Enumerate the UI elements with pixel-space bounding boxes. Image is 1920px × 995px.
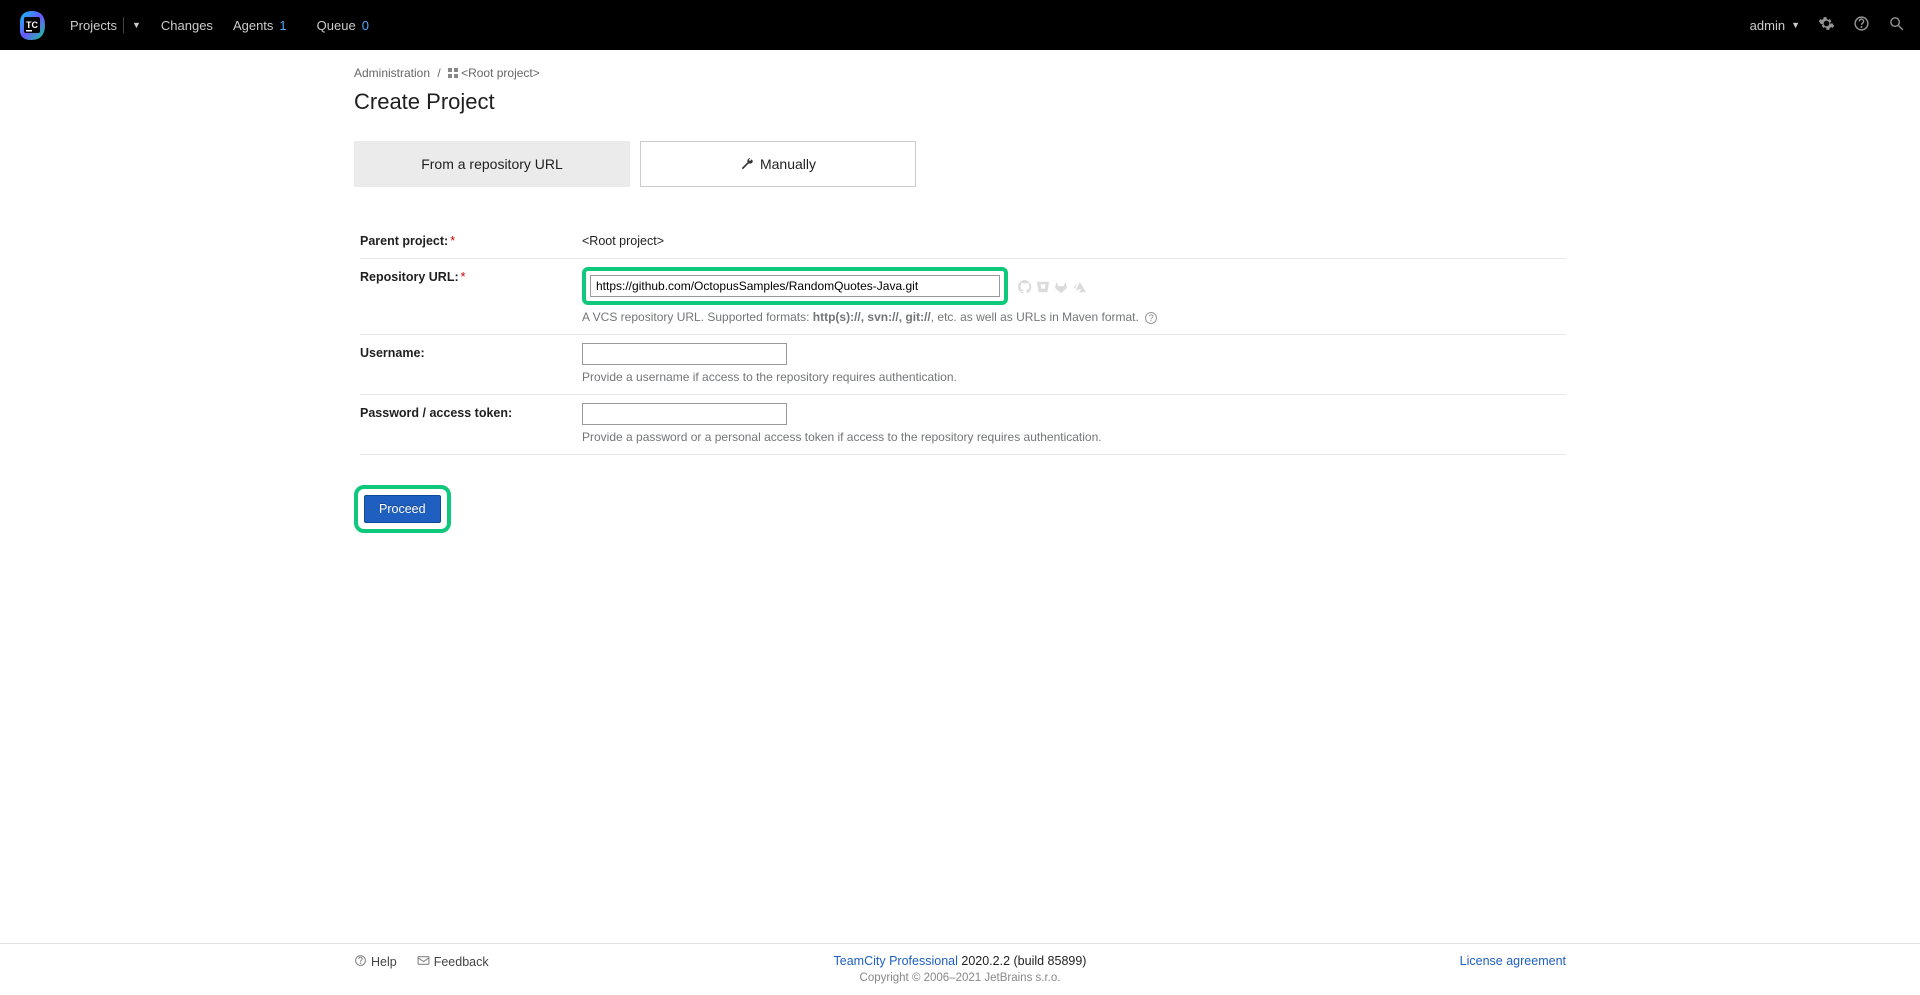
azure-icon bbox=[1072, 280, 1086, 294]
teamcity-logo[interactable]: TC bbox=[15, 8, 50, 43]
top-header: TC Projects ▼ Changes Agents 1 Queue 0 a… bbox=[0, 0, 1920, 50]
footer-feedback-link[interactable]: Feedback bbox=[417, 954, 489, 970]
repository-url-row: Repository URL:* A VCS repository URL. S… bbox=[360, 259, 1566, 335]
product-version: 2020.2.2 (build 85899) bbox=[961, 954, 1086, 968]
license-agreement-link[interactable]: License agreement bbox=[1460, 954, 1566, 968]
footer-feedback-label: Feedback bbox=[434, 955, 489, 969]
breadcrumb: Administration / <Root project> bbox=[354, 66, 1566, 81]
svg-text:TC: TC bbox=[26, 20, 38, 30]
chevron-down-icon: ▼ bbox=[1791, 20, 1800, 30]
vcs-provider-icons bbox=[1018, 280, 1086, 294]
password-row: Password / access token: Provide a passw… bbox=[360, 395, 1566, 455]
page-title: Create Project bbox=[354, 89, 1566, 115]
password-input[interactable] bbox=[582, 403, 787, 425]
footer: Help Feedback TeamCity Professional 2020… bbox=[0, 943, 1920, 995]
search-icon[interactable] bbox=[1888, 15, 1905, 35]
nav-changes[interactable]: Changes bbox=[161, 18, 213, 33]
tab-from-url[interactable]: From a repository URL bbox=[354, 141, 630, 187]
breadcrumb-separator: / bbox=[437, 66, 440, 80]
breadcrumb-root-label: <Root project> bbox=[461, 66, 540, 80]
repository-url-hint: A VCS repository URL. Supported formats:… bbox=[582, 310, 1566, 324]
username-input[interactable] bbox=[582, 343, 787, 365]
repository-url-label: Repository URL:* bbox=[360, 267, 582, 324]
footer-help-link[interactable]: Help bbox=[354, 954, 397, 970]
help-icon[interactable] bbox=[1853, 15, 1870, 35]
main-content: Administration / <Root project> Create P… bbox=[354, 50, 1566, 549]
admin-gear-icon[interactable] bbox=[1818, 15, 1835, 35]
tab-from-url-label: From a repository URL bbox=[421, 156, 563, 172]
nav-divider bbox=[123, 17, 124, 33]
chevron-down-icon: ▼ bbox=[132, 20, 141, 30]
username-label: Username: bbox=[360, 343, 582, 384]
queue-count: 0 bbox=[362, 18, 369, 33]
nav-queue-label: Queue bbox=[317, 18, 356, 33]
copyright: Copyright © 2006–2021 JetBrains s.r.o. bbox=[834, 972, 1087, 984]
username-row: Username: Provide a username if access t… bbox=[360, 335, 1566, 395]
help-tooltip-icon[interactable]: ? bbox=[1145, 312, 1157, 324]
help-circle-icon bbox=[354, 954, 367, 970]
repository-url-input[interactable] bbox=[590, 275, 1000, 297]
breadcrumb-root[interactable]: <Root project> bbox=[448, 66, 540, 80]
proceed-button[interactable]: Proceed bbox=[364, 495, 441, 523]
grid-icon bbox=[448, 67, 458, 81]
form-actions: Proceed bbox=[354, 485, 1566, 533]
tab-manually-label: Manually bbox=[760, 156, 816, 172]
parent-project-row: Parent project:* <Root project> bbox=[360, 223, 1566, 259]
breadcrumb-admin[interactable]: Administration bbox=[354, 66, 430, 80]
nav-projects-label: Projects bbox=[70, 18, 117, 33]
nav-agents[interactable]: Agents 1 bbox=[233, 18, 287, 33]
user-name: admin bbox=[1750, 18, 1785, 33]
product-name[interactable]: TeamCity Professional bbox=[834, 954, 958, 968]
nav-queue[interactable]: Queue 0 bbox=[317, 18, 369, 33]
footer-help-label: Help bbox=[371, 955, 397, 969]
username-hint: Provide a username if access to the repo… bbox=[582, 370, 1566, 384]
password-hint: Provide a password or a personal access … bbox=[582, 430, 1566, 444]
user-menu[interactable]: admin ▼ bbox=[1750, 18, 1800, 33]
create-project-form: Parent project:* <Root project> Reposito… bbox=[360, 223, 1566, 533]
highlight-proceed: Proceed bbox=[354, 485, 451, 533]
password-label: Password / access token: bbox=[360, 403, 582, 444]
nav-projects[interactable]: Projects ▼ bbox=[70, 17, 141, 33]
nav-agents-label: Agents bbox=[233, 18, 273, 33]
github-icon bbox=[1018, 280, 1032, 294]
tab-manually[interactable]: Manually bbox=[640, 141, 916, 187]
create-method-tabs: From a repository URL Manually bbox=[354, 141, 1566, 187]
highlight-repository-url bbox=[582, 267, 1008, 305]
parent-project-label: Parent project:* bbox=[360, 231, 582, 248]
mail-icon bbox=[417, 955, 430, 969]
agents-count: 1 bbox=[279, 18, 286, 33]
bitbucket-icon bbox=[1036, 280, 1050, 294]
gitlab-icon bbox=[1054, 280, 1068, 294]
parent-project-value: <Root project> bbox=[582, 231, 1566, 248]
wrench-icon bbox=[740, 157, 754, 171]
